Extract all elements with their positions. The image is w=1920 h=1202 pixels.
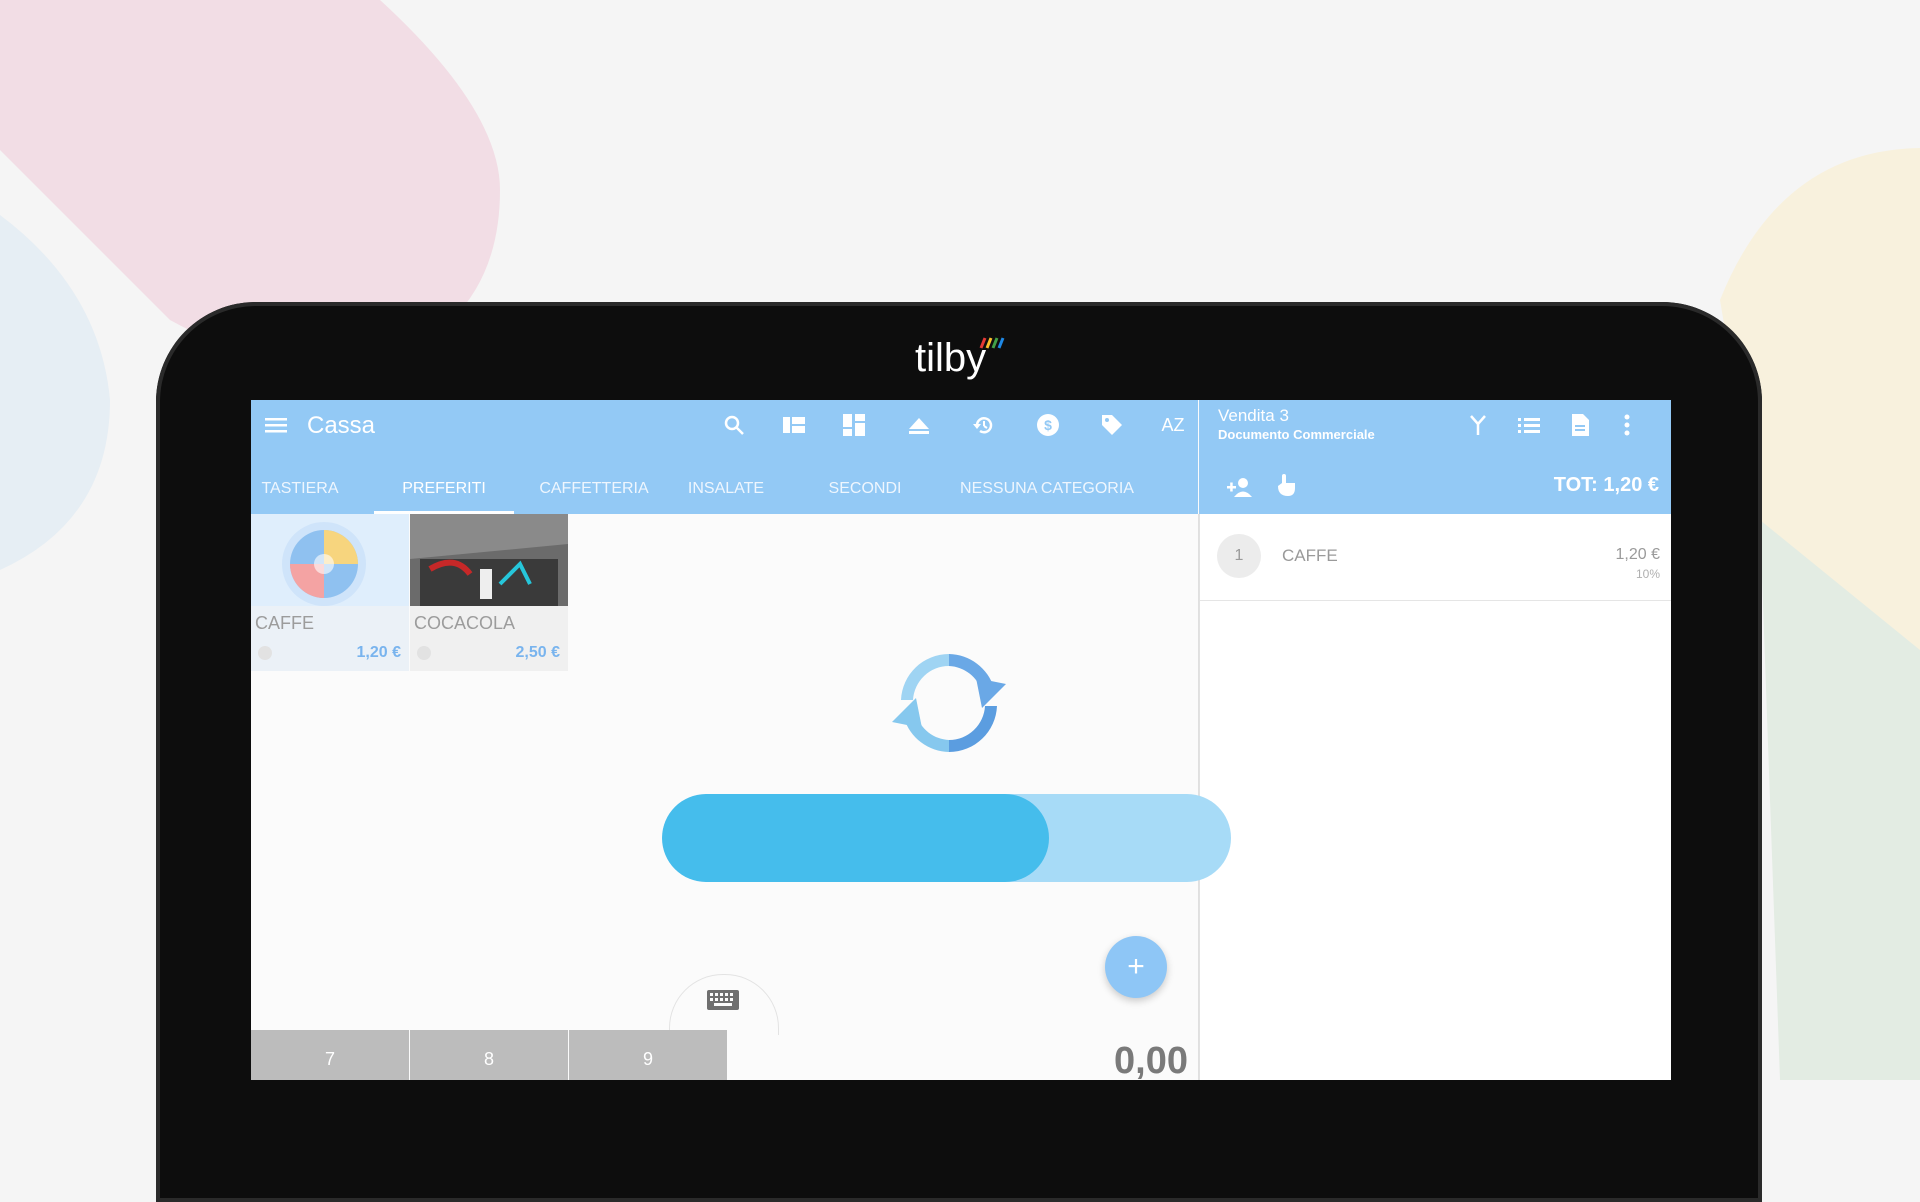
product-tile[interactable]: COCACOLA 2,50 € [410, 514, 568, 671]
item-name: CAFFE [1282, 546, 1338, 565]
sale-items-panel: 1 CAFFE 1,20 € 10% [1199, 514, 1671, 1080]
view-list-icon[interactable] [779, 410, 809, 440]
logo-stripes-icon [979, 337, 1005, 349]
sale-subtitle: Documento Commerciale [1218, 427, 1375, 442]
tab-tastiera[interactable]: TASTIERA [261, 464, 339, 514]
document-icon[interactable] [1565, 410, 1595, 440]
tab-insalate[interactable]: INSALATE [686, 464, 766, 514]
menu-icon[interactable] [261, 410, 291, 440]
key-8[interactable]: 8 [410, 1030, 568, 1080]
tab-caffetteria[interactable]: CAFFETTERIA [539, 464, 649, 514]
progress-fill [662, 794, 1049, 882]
main-toolbar: Cassa $ AZ TASTIERA PREFERITI CAFFETTERI… [251, 400, 1198, 514]
coffee-product-image [251, 514, 409, 606]
product-price: 2,50 € [515, 644, 560, 661]
sale-title: Vendita 3 [1218, 406, 1289, 425]
sort-az-icon[interactable]: AZ [1156, 410, 1190, 440]
product-price: 1,20 € [356, 644, 401, 661]
tilby-logo: tilby [915, 336, 1005, 381]
cocacola-product-image [410, 514, 568, 606]
history-icon[interactable] [968, 410, 998, 440]
search-icon[interactable] [719, 410, 749, 440]
product-indicator [417, 646, 431, 660]
add-button[interactable]: + [1105, 936, 1167, 998]
product-indicator [258, 646, 272, 660]
item-quantity: 1 [1217, 534, 1261, 578]
sale-header: Vendita 3 Documento Commerciale TOT: 1,2… [1199, 400, 1671, 514]
product-name: CAFFE [255, 613, 315, 633]
list-icon[interactable] [1514, 410, 1544, 440]
sale-item-row[interactable]: 1 CAFFE 1,20 € 10% [1200, 514, 1671, 601]
tab-preferiti[interactable]: PREFERITI [374, 464, 514, 514]
item-vat: 10% [1635, 567, 1660, 581]
product-name: COCACOLA [414, 613, 516, 633]
page-title: Cassa [307, 412, 376, 439]
keyboard-toggle[interactable] [669, 974, 779, 1035]
eject-icon[interactable] [904, 410, 934, 440]
refresh-icon [892, 654, 1006, 752]
key-7[interactable]: 7 [251, 1030, 409, 1080]
keyboard-icon [707, 990, 739, 1010]
category-tabs: TASTIERA PREFERITI CAFFETTERIA INSALATE … [251, 464, 1198, 514]
sale-total: TOT: 1,20 € [1553, 474, 1659, 496]
tab-nessuna-categoria[interactable]: NESSUNA CATEGORIA [957, 464, 1137, 514]
svg-text:$: $ [1044, 417, 1052, 433]
product-tile[interactable]: CAFFE 1,20 € [251, 514, 409, 671]
tab-secondi[interactable]: SECONDI [827, 464, 903, 514]
price-tag-icon[interactable] [1097, 410, 1127, 440]
touch-icon[interactable] [1271, 470, 1301, 500]
item-price: 1,20 € [1615, 546, 1660, 563]
currency-icon[interactable]: $ [1033, 410, 1063, 440]
key-9[interactable]: 9 [569, 1030, 727, 1080]
amount-display: 0,00 [1114, 1040, 1188, 1080]
split-icon[interactable] [1463, 410, 1493, 440]
more-vert-icon[interactable] [1612, 410, 1642, 440]
add-customer-icon[interactable] [1225, 472, 1255, 502]
loading-progress-bar [662, 794, 1231, 882]
dashboard-icon[interactable] [839, 410, 869, 440]
